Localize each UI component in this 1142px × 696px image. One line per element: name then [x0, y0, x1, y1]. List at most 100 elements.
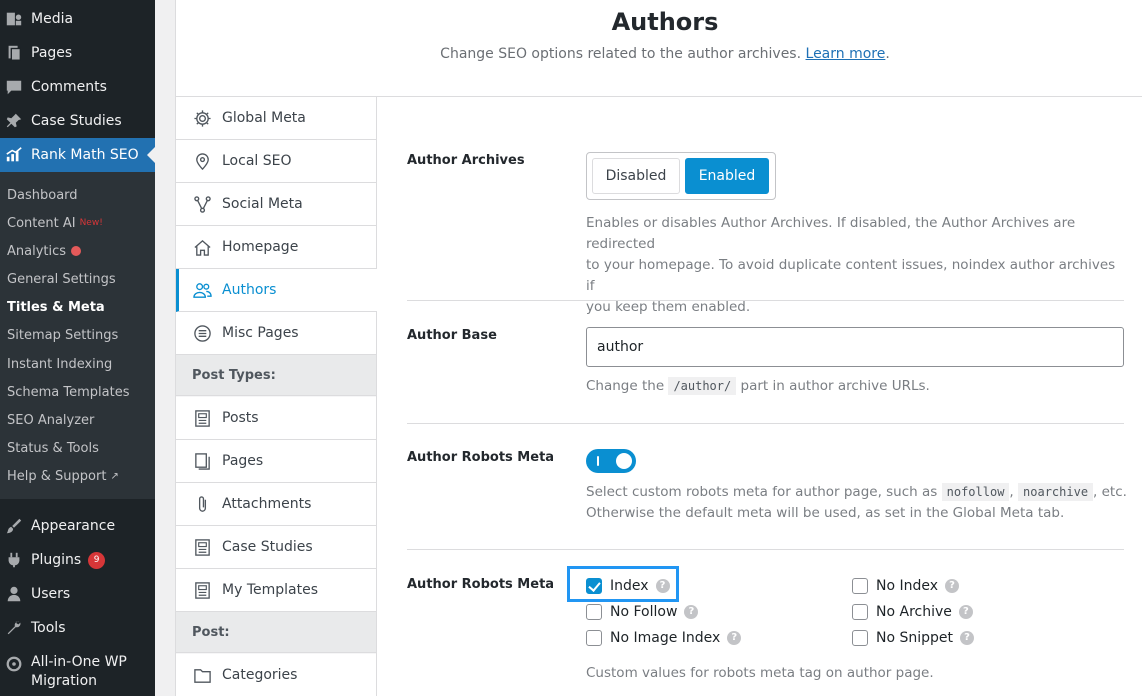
post-types-heading: Post Types: [176, 355, 376, 396]
enabled-button[interactable]: Enabled [685, 158, 769, 194]
pages-icon [4, 43, 24, 63]
submenu-titles-meta-label: Titles & Meta [7, 299, 105, 315]
folder-icon [192, 665, 212, 685]
author-robots-meta-label: Author Robots Meta [407, 577, 555, 592]
no-index-label: No Index [876, 578, 939, 594]
tab-posts[interactable]: Posts [176, 397, 376, 440]
tab-global-meta-label: Global Meta [222, 110, 306, 126]
submenu-titles-meta[interactable]: Titles & Meta [7, 297, 105, 317]
no-image-index-checkbox[interactable]: No Image Index ? [586, 630, 742, 646]
submenu-status-tools[interactable]: Status & Tools [7, 438, 99, 458]
tab-homepage[interactable]: Homepage [176, 226, 376, 269]
menu-rank-math-seo[interactable]: Rank Math SEO [0, 138, 155, 172]
users-icon [192, 280, 212, 300]
submenu-help-support[interactable]: Help & Support ↗ [7, 466, 119, 486]
no-index-checkbox[interactable]: No Index ? [852, 578, 960, 594]
author-base-input[interactable] [586, 327, 1124, 367]
submenu-schema-templates[interactable]: Schema Templates [7, 382, 130, 402]
tab-my-templates[interactable]: My Templates [176, 569, 376, 612]
menu-rank-math-label: Rank Math SEO [31, 146, 139, 163]
no-image-index-label: No Image Index [610, 630, 721, 646]
menu-pages[interactable]: Pages [0, 36, 155, 70]
tab-my-templates-label: My Templates [222, 582, 318, 598]
menu-comments[interactable]: Comments [0, 70, 155, 104]
plugin-icon [4, 550, 24, 570]
help-icon[interactable]: ? [958, 605, 973, 619]
divider [407, 300, 1124, 301]
submenu-dashboard-label: Dashboard [7, 187, 78, 203]
tab-local-seo[interactable]: Local SEO [176, 140, 376, 183]
tab-pages[interactable]: Pages [176, 440, 376, 483]
author-robots-toggle-description: Select custom robots meta for author pag… [586, 482, 1131, 524]
learn-more-link[interactable]: Learn more [806, 46, 886, 62]
menu-all-in-one-migration[interactable]: All-in-One WP Migration [0, 653, 155, 695]
submenu-dashboard[interactable]: Dashboard [7, 185, 78, 205]
menu-media-label: Media [31, 10, 74, 27]
tab-categories[interactable]: Categories [176, 654, 376, 696]
menu-appearance[interactable]: Appearance [0, 509, 155, 543]
no-snippet-checkbox-box[interactable] [852, 630, 868, 646]
menu-appearance-label: Appearance [31, 517, 116, 534]
document-icon [192, 537, 212, 557]
submenu-sitemap-settings[interactable]: Sitemap Settings [7, 325, 118, 345]
disabled-button[interactable]: Disabled [592, 158, 680, 194]
author-base-description: Change the /author/ part in author archi… [586, 376, 930, 397]
author-robots-toggle-label: Author Robots Meta [407, 450, 555, 465]
submenu-general-settings[interactable]: General Settings [7, 269, 116, 289]
menu-plugins-label: Plugins [31, 551, 82, 568]
menu-tools[interactable]: Tools [0, 611, 155, 645]
no-archive-checkbox-box[interactable] [852, 604, 868, 620]
tab-social-meta-label: Social Meta [222, 196, 303, 212]
menu-users-label: Users [31, 585, 71, 602]
page-subtitle-period: . [885, 46, 890, 62]
no-snippet-checkbox[interactable]: No Snippet ? [852, 630, 975, 646]
submenu-instant-indexing[interactable]: Instant Indexing [7, 354, 112, 374]
menu-case-studies[interactable]: Case Studies [0, 104, 155, 138]
tab-authors[interactable]: Authors [176, 269, 377, 312]
menu-plugins[interactable]: Plugins 9 [0, 543, 155, 577]
author-archives-label: Author Archives [407, 153, 525, 168]
author-robots-desc-line1: Select custom robots meta for author pag… [586, 482, 1131, 503]
help-icon[interactable]: ? [684, 605, 699, 619]
author-archives-switch: Disabled Enabled [586, 152, 776, 200]
help-icon[interactable]: ? [727, 631, 742, 645]
help-icon[interactable]: ? [945, 579, 960, 593]
tab-authors-label: Authors [222, 282, 277, 298]
tab-attachments[interactable]: Attachments [176, 483, 376, 526]
author-robots-meta-toggle[interactable] [586, 449, 636, 473]
submenu-sitemap-settings-label: Sitemap Settings [7, 327, 119, 343]
no-follow-label: No Follow [610, 604, 678, 620]
no-image-index-checkbox-box[interactable] [586, 630, 602, 646]
menu-media[interactable]: Media [0, 2, 155, 36]
tab-local-seo-label: Local SEO [222, 153, 292, 169]
share-icon [192, 194, 212, 214]
paintbrush-icon [4, 516, 24, 536]
no-index-checkbox-box[interactable] [852, 578, 868, 594]
tab-misc-pages-label: Misc Pages [222, 325, 299, 341]
author-robots-desc-line2: Otherwise the default meta will be used,… [586, 505, 1065, 521]
author-archives-description: Enables or disables Author Archives. If … [586, 213, 1126, 318]
author-base-desc-after: part in author archive URLs. [740, 378, 930, 394]
no-follow-checkbox[interactable]: No Follow ? [586, 604, 699, 620]
tab-global-meta[interactable]: Global Meta [176, 97, 376, 140]
tab-case-studies[interactable]: Case Studies [176, 526, 376, 569]
migration-icon [4, 654, 24, 674]
plugins-update-badge: 9 [88, 551, 106, 569]
help-icon[interactable]: ? [960, 631, 975, 645]
menu-pages-label: Pages [31, 44, 73, 61]
submenu-content-ai[interactable]: Content AI New! [7, 213, 103, 233]
robots-desc-comma: , [1009, 484, 1014, 500]
page-subtitle-text: Change SEO options related to the author… [440, 46, 802, 62]
menu-users[interactable]: Users [0, 577, 155, 611]
tab-social-meta[interactable]: Social Meta [176, 183, 376, 226]
no-archive-checkbox[interactable]: No Archive ? [852, 604, 973, 620]
tab-misc-pages[interactable]: Misc Pages [176, 312, 376, 355]
submenu-analytics[interactable]: Analytics [7, 241, 82, 261]
submenu-seo-analyzer[interactable]: SEO Analyzer [7, 410, 94, 430]
no-archive-label: No Archive [876, 604, 952, 620]
no-follow-checkbox-box[interactable] [586, 604, 602, 620]
main-content: Authors Change SEO options related to th… [175, 0, 1142, 696]
nofollow-code: nofollow [941, 483, 1010, 501]
author-base-desc-before: Change the [586, 378, 665, 394]
menu-aio-label-line2: Migration [31, 673, 98, 689]
